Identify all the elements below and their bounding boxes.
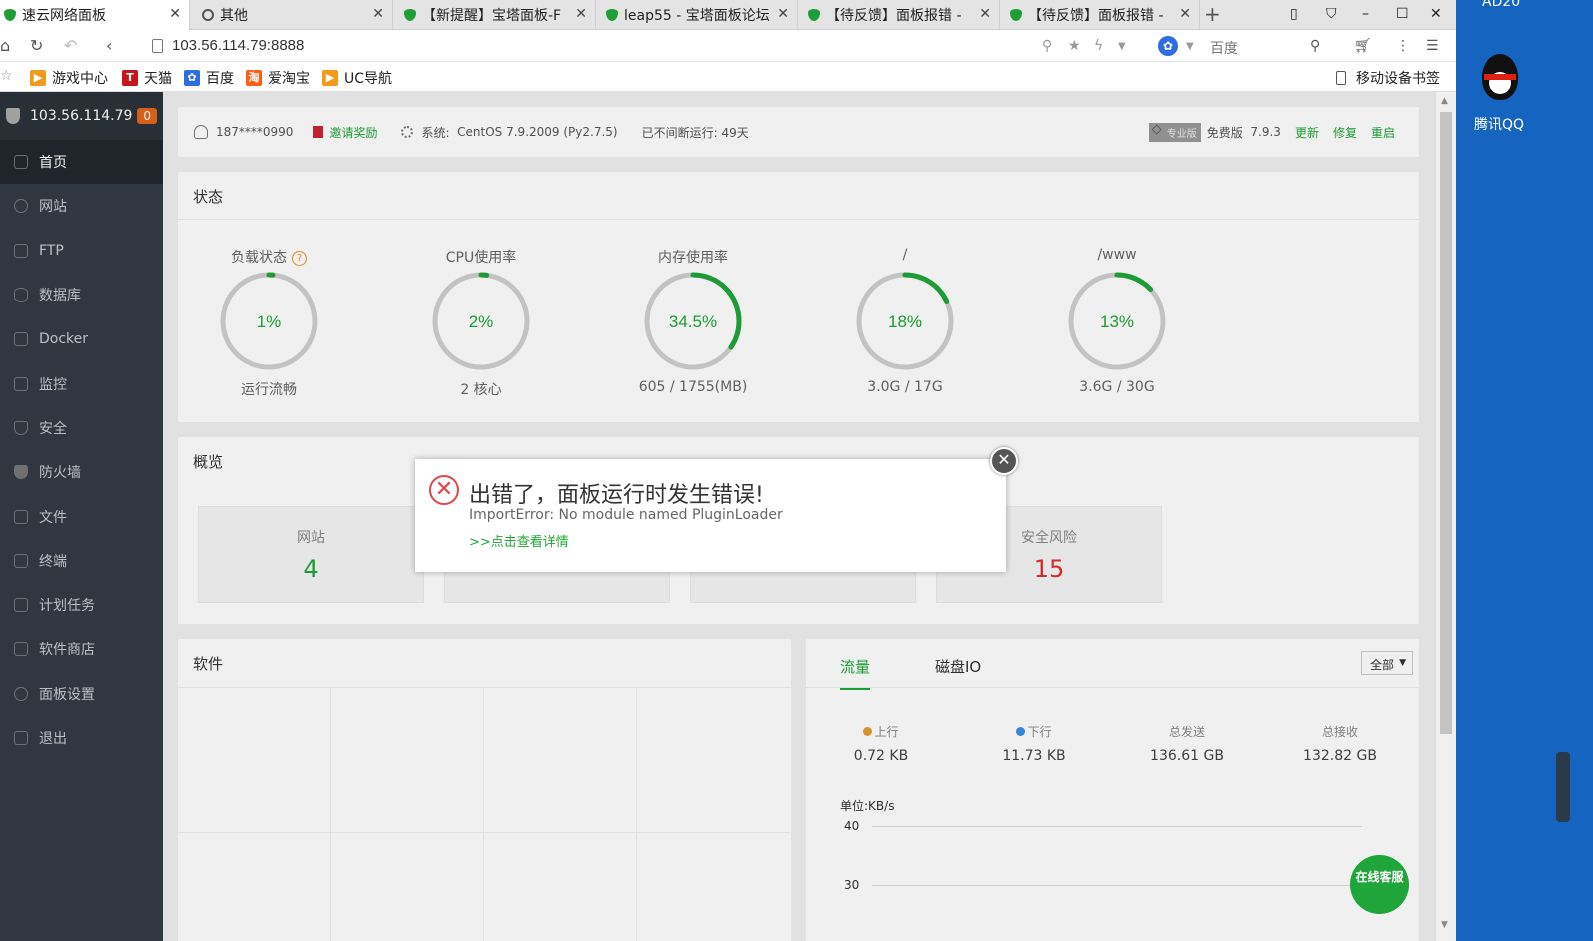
close-tab-icon[interactable]: ✕ — [979, 6, 991, 22]
scroll-down-icon[interactable]: ▼ — [1441, 920, 1448, 930]
url-field[interactable]: 103.56.114.79:8888 — [172, 37, 304, 54]
tile-icon[interactable]: ▯ — [1290, 6, 1298, 22]
phone-icon — [1336, 71, 1346, 85]
desktop-label: AD20 — [1482, 0, 1521, 10]
bookmark-game[interactable]: ▶ 游戏中心 — [30, 68, 108, 88]
tmall-icon: T — [122, 70, 138, 86]
tab-other[interactable]: 其他 ✕ — [198, 0, 393, 30]
back-icon[interactable]: ‹ — [106, 36, 112, 55]
chevron-down-icon[interactable]: ▼ — [1118, 41, 1126, 52]
close-tab-icon[interactable]: ✕ — [777, 6, 789, 22]
close-window-button[interactable]: ✕ — [1430, 6, 1442, 22]
error-icon: ✕ — [429, 475, 459, 505]
error-details-link[interactable]: >>点击查看详情 — [469, 531, 569, 550]
scroll-thumb[interactable] — [1440, 112, 1452, 734]
bt-shield-icon — [606, 9, 618, 21]
bookmark-uc[interactable]: ▶ UC导航 — [322, 68, 392, 88]
tab-feedback-2[interactable]: 【待反馈】面板报错 - ✕ — [1006, 0, 1200, 30]
error-message: ImportError: No module named PluginLoade… — [469, 507, 783, 523]
close-tab-icon[interactable]: ✕ — [169, 6, 181, 22]
search-icon[interactable]: ⚲ — [1310, 38, 1320, 54]
tab-panel[interactable]: 速云网络面板 ✕ — [0, 0, 190, 30]
home-icon[interactable]: ⌂ — [0, 36, 10, 55]
error-dialog: ✕ 出错了，面板运行时发生错误! ImportError: No module … — [415, 459, 1006, 572]
gear-icon — [202, 9, 214, 21]
bookmark-baidu[interactable]: ✿ 百度 — [184, 68, 234, 88]
close-tab-icon[interactable]: ✕ — [1179, 6, 1191, 22]
baidu-paw-icon[interactable]: ✿ — [1158, 36, 1178, 56]
uc-icon: ▶ — [322, 70, 338, 86]
menu-icon[interactable]: ☰ — [1426, 38, 1439, 54]
tab-feedback-1[interactable]: 【待反馈】面板报错 - ✕ — [804, 0, 1000, 30]
new-tab-button[interactable]: + — [1204, 2, 1221, 26]
star-icon[interactable]: ★ — [1068, 38, 1081, 54]
close-tab-icon[interactable]: ✕ — [575, 6, 587, 22]
online-support-button[interactable]: 在线客服 — [1350, 855, 1409, 914]
tab-forum[interactable]: leap55 - 宝塔面板论坛 ✕ — [602, 0, 798, 30]
browser-window: 速云网络面板 ✕ 其他 ✕ 【新提醒】宝塔面板-F ✕ leap55 - 宝塔面板论坛… — [0, 0, 1456, 941]
address-bar: ⌂ ↻ ↶ ‹ 103.56.114.79:8888 ⚲ ★ ϟ ▼ ✿ ▼ 百… — [0, 30, 1456, 62]
close-dialog-button[interactable]: ✕ — [990, 447, 1018, 475]
bookmark-bar: ☆ ▶ 游戏中心 T 天猫 ✿ 百度 淘爱淘宝 ▶ UC导航 移动设备书签 — [0, 62, 1456, 92]
side-handle[interactable] — [1556, 752, 1570, 822]
scrollbar[interactable]: ▲ ▼ — [1435, 92, 1456, 941]
star-icon: ☆ — [0, 68, 13, 84]
maximize-button[interactable]: ☐ — [1396, 6, 1409, 22]
tab-bar: 速云网络面板 ✕ 其他 ✕ 【新提醒】宝塔面板-F ✕ leap55 - 宝塔面板论坛… — [0, 0, 1456, 30]
reload-icon[interactable]: ↻ — [30, 36, 43, 55]
mobile-bookmarks[interactable]: 移动设备书签 — [1336, 68, 1440, 88]
lightning-icon[interactable]: ϟ — [1094, 38, 1103, 54]
bt-shield-icon — [4, 9, 16, 21]
scroll-up-icon[interactable]: ▲ — [1441, 96, 1448, 106]
key-icon[interactable]: ⚲ — [1042, 38, 1052, 54]
bookmark-tmall[interactable]: T 天猫 — [122, 68, 172, 88]
qq-label[interactable]: 腾讯QQ — [1474, 114, 1524, 134]
aitaobao-icon: 淘 — [246, 70, 262, 86]
game-icon: ▶ — [30, 70, 46, 86]
qq-icon[interactable] — [1472, 50, 1528, 106]
search-input[interactable]: 百度 — [1210, 38, 1238, 58]
cart-icon[interactable]: 🛒︎ — [1354, 38, 1372, 54]
more-icon[interactable]: ⋮ — [1396, 38, 1410, 54]
bookmark-aitaobao[interactable]: 淘爱淘宝 — [246, 68, 310, 88]
undo-icon[interactable]: ↶ — [64, 36, 77, 55]
bt-shield-icon — [404, 9, 416, 21]
desktop: AD20 腾讯QQ — [1456, 0, 1593, 941]
bt-shield-icon — [1010, 9, 1022, 21]
chevron-down-icon[interactable]: ▼ — [1186, 41, 1194, 52]
baidu-icon: ✿ — [184, 70, 200, 86]
error-title: 出错了，面板运行时发生错误! — [469, 483, 764, 508]
minimize-button[interactable]: – — [1362, 6, 1369, 22]
close-tab-icon[interactable]: ✕ — [372, 6, 384, 22]
tab-remind[interactable]: 【新提醒】宝塔面板-F ✕ — [400, 0, 596, 30]
page-icon — [152, 39, 163, 53]
bt-shield-icon — [808, 9, 820, 21]
shirt-icon[interactable]: ⛉ — [1326, 6, 1337, 22]
